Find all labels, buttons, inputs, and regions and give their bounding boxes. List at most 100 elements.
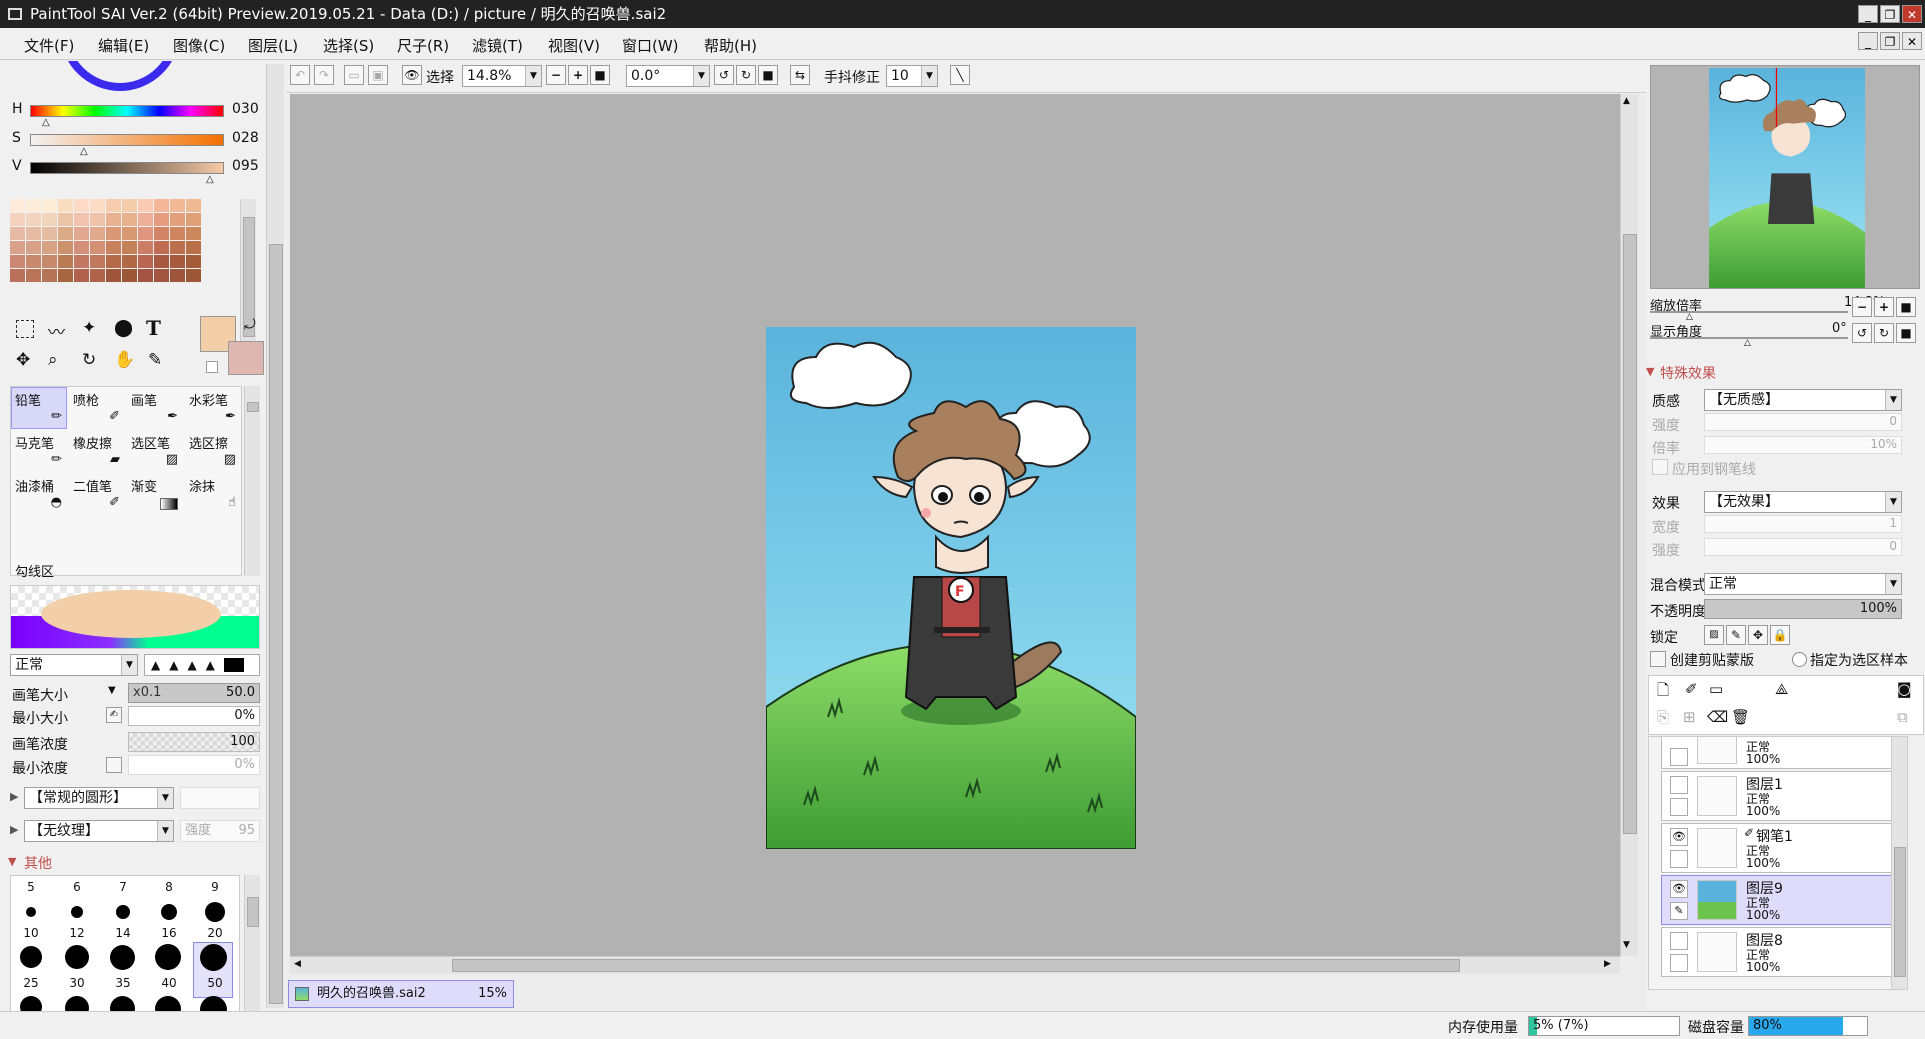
color-swatch[interactable] bbox=[138, 213, 153, 226]
effect-texture-select[interactable]: 【无质感】 ▼ bbox=[1704, 389, 1902, 411]
color-swatch[interactable] bbox=[90, 227, 105, 240]
color-swatch[interactable] bbox=[106, 199, 121, 212]
apply-mask-icon[interactable]: ⧉ bbox=[1897, 708, 1908, 726]
color-swatch[interactable] bbox=[106, 213, 121, 226]
color-wheel[interactable] bbox=[60, 61, 180, 91]
layer-effects-icon[interactable]: ⟁ bbox=[1775, 680, 1788, 698]
color-swatch[interactable] bbox=[10, 199, 25, 212]
color-swatch[interactable] bbox=[138, 255, 153, 268]
scroll-up-icon[interactable]: ▲ bbox=[1623, 96, 1630, 106]
color-swatch[interactable] bbox=[26, 227, 41, 240]
size-preset-dot[interactable] bbox=[26, 907, 36, 917]
color-swatch[interactable] bbox=[42, 269, 57, 282]
nav-angle-handle[interactable]: △ bbox=[1744, 338, 1751, 348]
doc-close-button[interactable]: ✕ bbox=[1902, 32, 1922, 50]
color-swatch[interactable] bbox=[186, 269, 201, 282]
size-preset-dot[interactable] bbox=[155, 944, 181, 970]
transparent-color-icon[interactable] bbox=[206, 361, 218, 373]
color-swatch[interactable] bbox=[170, 227, 185, 240]
menu-file[interactable]: 文件(F) bbox=[24, 35, 74, 56]
apply-pen-checkbox[interactable] bbox=[1652, 459, 1668, 475]
color-swatch[interactable] bbox=[10, 213, 25, 226]
eye-icon[interactable]: 👁 bbox=[1670, 880, 1688, 898]
color-swatch[interactable] bbox=[122, 199, 137, 212]
color-swatch[interactable] bbox=[42, 213, 57, 226]
color-swatch[interactable] bbox=[106, 227, 121, 240]
color-swatch[interactable] bbox=[74, 255, 89, 268]
selection-source-radio[interactable] bbox=[1792, 652, 1807, 667]
layer-lock-toggle[interactable] bbox=[1670, 954, 1688, 972]
tool-bucket[interactable]: 油漆桶 ◓ bbox=[11, 473, 67, 515]
effect-select[interactable]: 【无效果】 ▼ bbox=[1704, 491, 1902, 513]
tool-gradient[interactable]: 渐变 bbox=[127, 473, 183, 515]
stabilizer-select[interactable]: 10 ▼ bbox=[886, 65, 938, 87]
color-swatch[interactable] bbox=[154, 269, 169, 282]
invert-select-icon[interactable]: ▣ bbox=[368, 65, 388, 85]
doc-restore-button[interactable]: ❐ bbox=[1880, 32, 1900, 50]
nav-zoom-in-button[interactable]: + bbox=[1874, 297, 1894, 317]
color-swatch[interactable] bbox=[74, 199, 89, 212]
tool-scrollbar[interactable] bbox=[244, 386, 260, 576]
canvas-viewport[interactable]: F bbox=[290, 94, 1620, 956]
layer-row[interactable]: 👁 ✐ 钢笔1 正常 100% bbox=[1661, 823, 1903, 873]
layer-visibility-toggle[interactable] bbox=[1670, 932, 1688, 950]
effect-strength-slider[interactable]: 0 bbox=[1704, 413, 1902, 431]
size-preset-dot[interactable] bbox=[205, 902, 225, 922]
color-swatch[interactable] bbox=[186, 255, 201, 268]
zoom-in-button[interactable]: + bbox=[568, 65, 588, 85]
expand-shape-icon[interactable]: ▶ bbox=[10, 790, 18, 803]
color-swatch[interactable] bbox=[170, 199, 185, 212]
hand-icon[interactable]: ✋ bbox=[114, 350, 135, 370]
new-pen-layer-icon[interactable]: ✐ bbox=[1685, 680, 1698, 698]
effect-strength2-slider[interactable]: 0 bbox=[1704, 538, 1902, 556]
text-tool-icon[interactable]: T bbox=[146, 316, 161, 340]
color-swatch[interactable] bbox=[10, 241, 25, 254]
show-selection-icon[interactable]: 👁 bbox=[402, 65, 422, 85]
layer-lock-toggle[interactable] bbox=[1670, 850, 1688, 868]
menu-filter[interactable]: 滤镜(T) bbox=[472, 35, 523, 56]
color-swatch[interactable] bbox=[42, 199, 57, 212]
tool-eraser[interactable]: 橡皮擦 ▰ bbox=[69, 430, 125, 472]
layer-row[interactable]: 图层1 正常 100% bbox=[1661, 771, 1903, 821]
menu-view[interactable]: 视图(V) bbox=[548, 35, 600, 56]
eye-icon[interactable]: 👁 bbox=[1670, 828, 1688, 846]
nav-zoom-out-button[interactable]: − bbox=[1852, 297, 1872, 317]
size-preset-dot[interactable] bbox=[200, 944, 227, 971]
color-swatch[interactable] bbox=[26, 241, 41, 254]
color-swatch[interactable] bbox=[26, 255, 41, 268]
secondary-color[interactable] bbox=[228, 341, 264, 375]
layer-lock-toggle[interactable] bbox=[1670, 798, 1688, 816]
lasso-icon[interactable]: 〰 bbox=[48, 318, 65, 343]
menu-select[interactable]: 选择(S) bbox=[323, 35, 374, 56]
lock-move-icon[interactable]: ✥ bbox=[1748, 625, 1768, 645]
layer-row-selected[interactable]: 👁 ✎ 图层9 正常 100% bbox=[1661, 875, 1903, 925]
tool-airbrush[interactable]: 喷枪 ✐ bbox=[69, 387, 125, 429]
color-swatch[interactable] bbox=[170, 255, 185, 268]
h-slider-handle[interactable]: △ bbox=[42, 117, 50, 128]
color-swatch[interactable] bbox=[186, 227, 201, 240]
effects-collapse-icon[interactable]: ▼ bbox=[1646, 365, 1654, 378]
menu-image[interactable]: 图像(C) bbox=[173, 35, 225, 56]
color-swatch[interactable] bbox=[42, 255, 57, 268]
color-swatch[interactable] bbox=[26, 269, 41, 282]
layer-opacity-slider[interactable]: 100% bbox=[1704, 599, 1902, 619]
size-preset-dot[interactable] bbox=[71, 906, 83, 918]
effect-scale-slider[interactable]: 10% bbox=[1704, 436, 1902, 454]
color-swatch[interactable] bbox=[122, 213, 137, 226]
color-swatch[interactable] bbox=[90, 213, 105, 226]
color-swatch[interactable] bbox=[122, 269, 137, 282]
pencil-icon[interactable]: ✎ bbox=[1670, 902, 1688, 920]
color-swatch[interactable] bbox=[106, 269, 121, 282]
nav-rotate-reset-button[interactable]: ■ bbox=[1896, 323, 1916, 343]
color-swatch[interactable] bbox=[122, 241, 137, 254]
color-swatch[interactable] bbox=[58, 255, 73, 268]
fill-shape-icon[interactable]: ⬤ bbox=[114, 318, 133, 338]
color-swatch[interactable] bbox=[74, 227, 89, 240]
menu-help[interactable]: 帮助(H) bbox=[704, 35, 757, 56]
pressure-toggle-icon[interactable]: ✍ bbox=[106, 707, 122, 723]
swatch-scrollbar[interactable] bbox=[240, 199, 256, 357]
color-swatch[interactable] bbox=[138, 269, 153, 282]
tool-brush[interactable]: 画笔 ✒ bbox=[127, 387, 183, 429]
color-swatch[interactable] bbox=[90, 199, 105, 212]
swap-colors-icon[interactable]: ⤾ bbox=[244, 317, 256, 333]
